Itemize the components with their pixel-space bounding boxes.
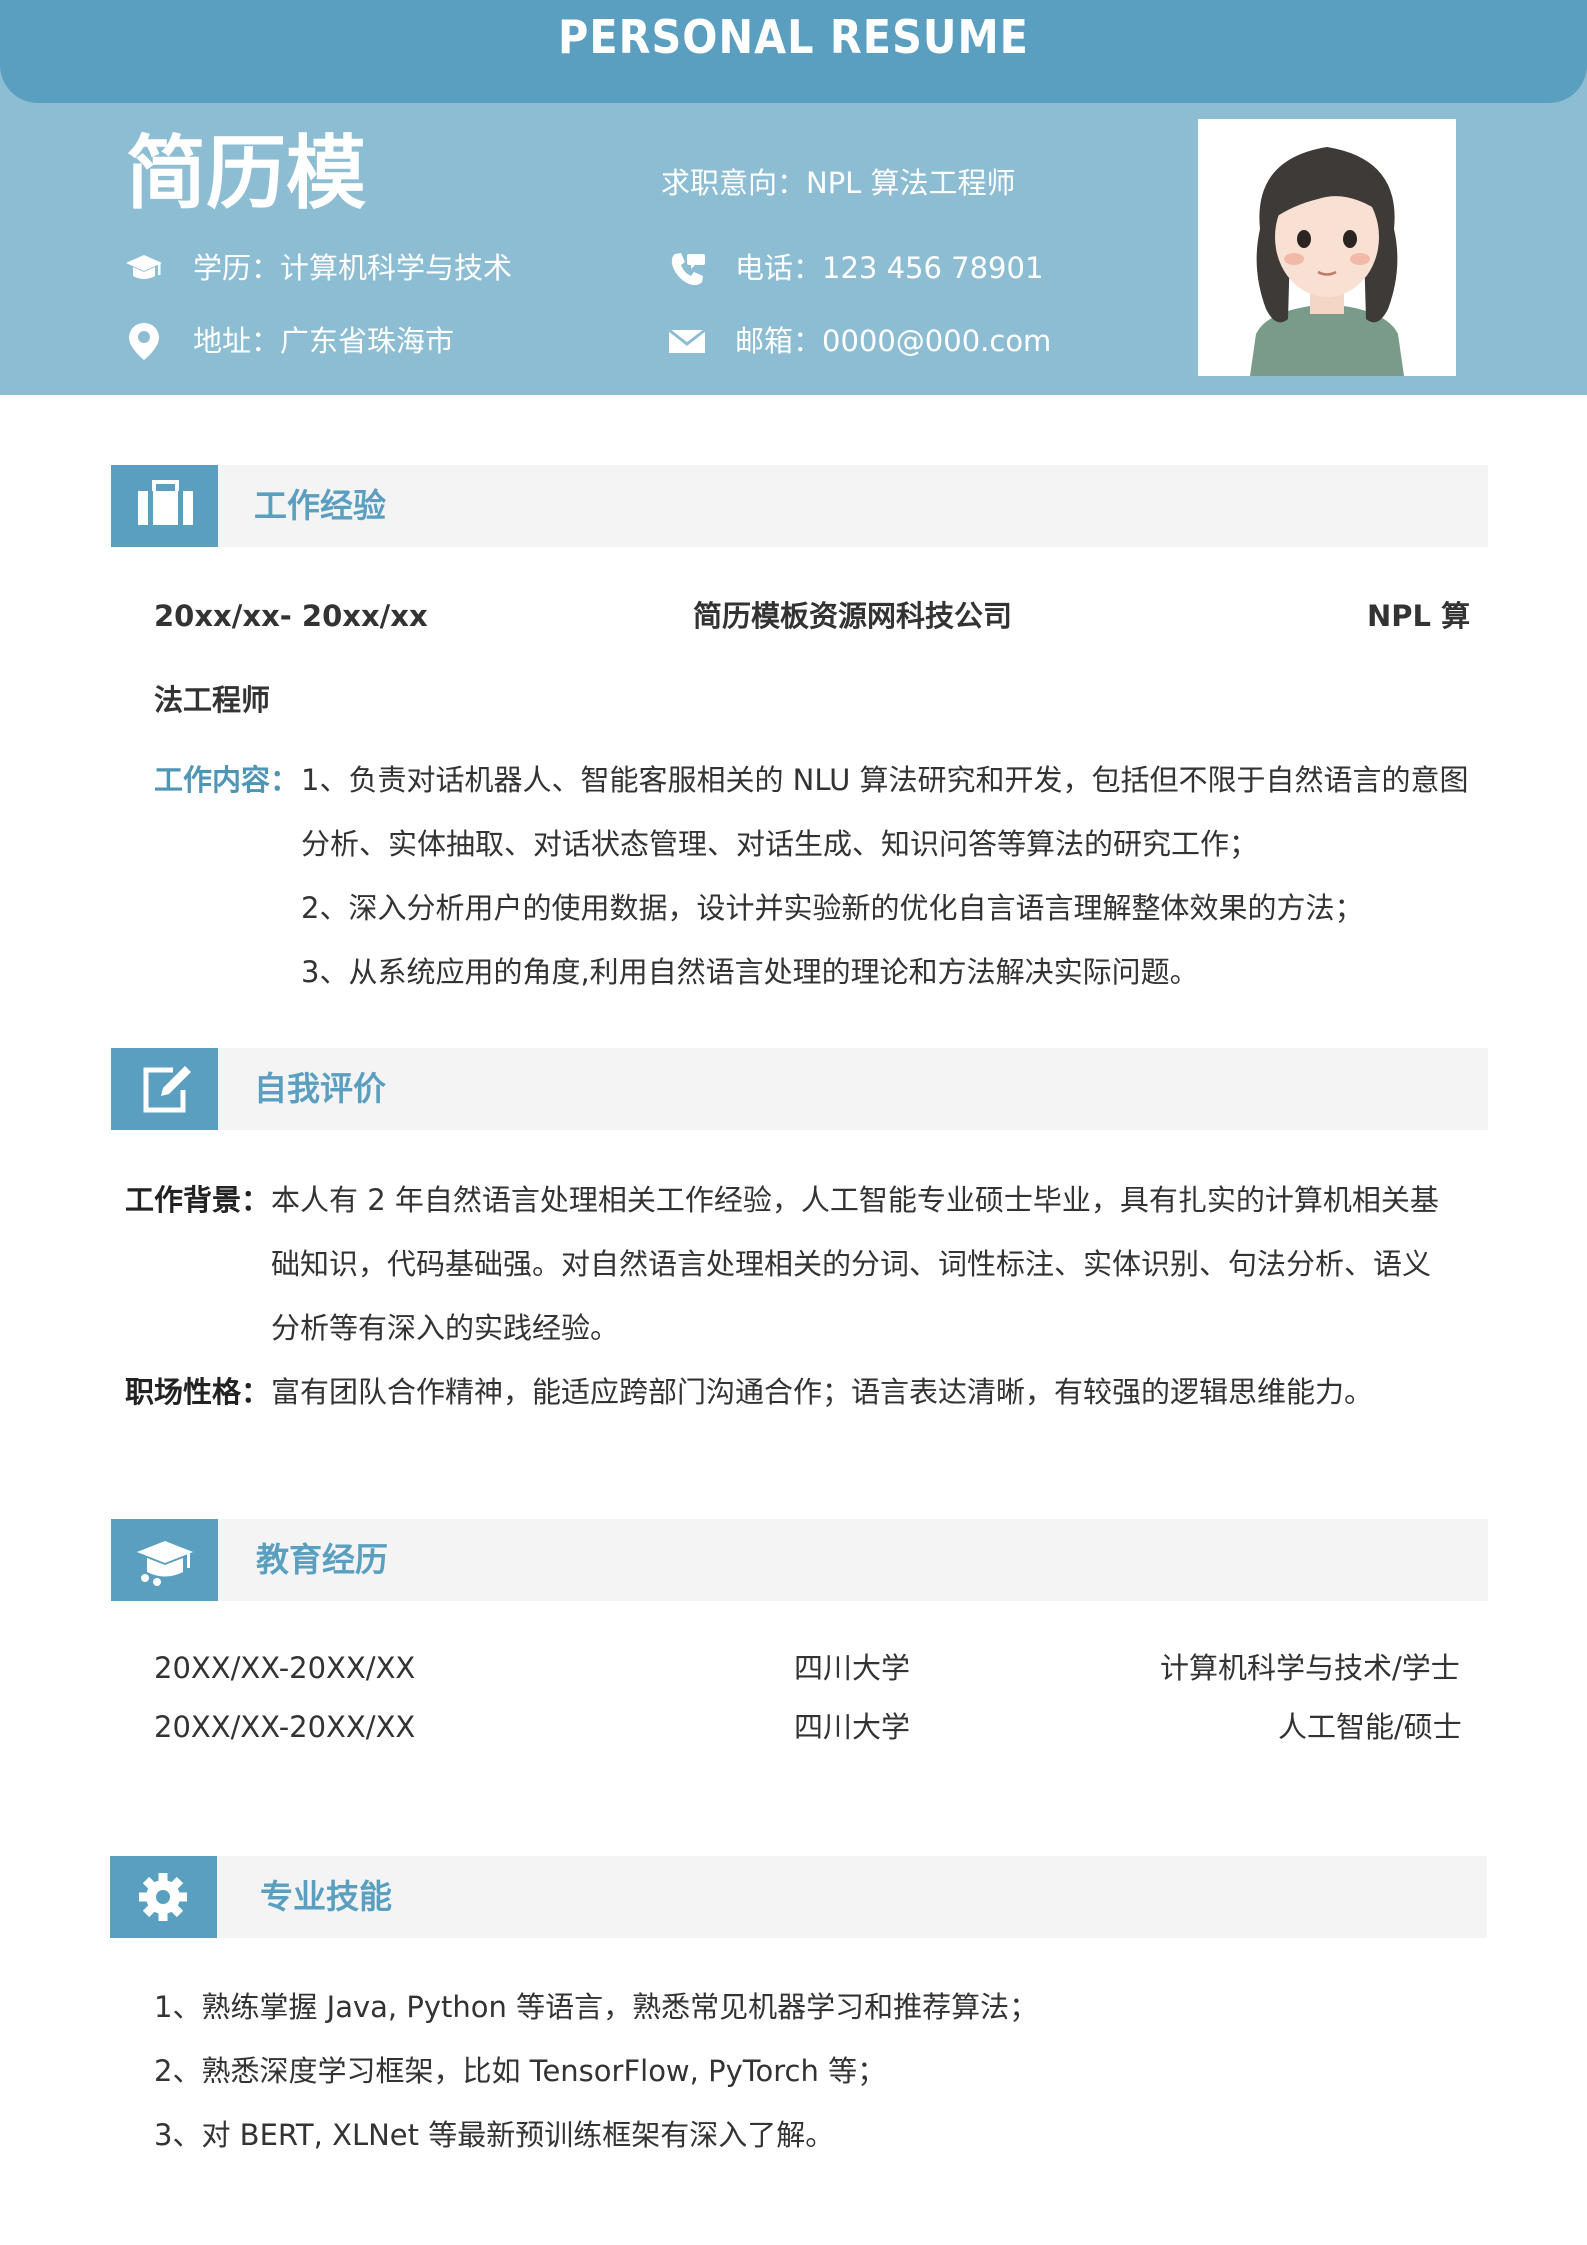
location-pin-icon [124, 321, 164, 361]
email-info: 邮箱：0000@000.com [735, 324, 1052, 358]
gear-icon [110, 1856, 217, 1938]
banner-title: PERSONAL RESUME [558, 10, 1029, 64]
section-header-skills: 专业技能 [110, 1856, 1487, 1938]
avatar [1198, 119, 1456, 376]
edu-school: 四川大学 [794, 1651, 911, 1685]
briefcase-icon [111, 465, 218, 547]
section-title-work: 工作经验 [254, 486, 386, 525]
work-line: 分析、实体抽取、对话状态管理、对话生成、知识问答等算法的研究工作； [301, 827, 1259, 861]
phone-icon [667, 248, 707, 288]
background-label: 工作背景： [125, 1183, 271, 1217]
edu-period: 20XX/XX-20XX/XX [154, 1651, 416, 1685]
skill-line: 2、熟悉深度学习框架，比如 TensorFlow, PyTorch 等； [154, 2054, 887, 2088]
personality-label: 职场性格： [125, 1375, 271, 1409]
background-line: 本人有 2 年自然语言处理相关工作经验，人工智能专业硕士毕业，具有扎实的计算机相… [271, 1183, 1439, 1217]
mail-icon [667, 321, 707, 361]
work-company: 简历模板资源网科技公司 [693, 599, 1013, 633]
education-info: 学历：计算机科学与技术 [193, 251, 513, 285]
work-position: NPL 算 [1367, 599, 1471, 633]
section-header-education: 教育经历 [111, 1519, 1488, 1601]
work-period: 20xx/xx- 20xx/xx [154, 599, 428, 633]
edu-major: 计算机科学与技术/学士 [1160, 1651, 1460, 1685]
work-position-cont: 法工程师 [154, 683, 271, 717]
section-title-education: 教育经历 [256, 1540, 388, 1579]
graduation-cap-icon [124, 248, 164, 288]
section-title-skills: 专业技能 [260, 1877, 392, 1916]
work-line: 2、深入分析用户的使用数据，设计并实验新的优化自言语言理解整体效果的方法； [301, 891, 1364, 925]
personality-text: 富有团队合作精神，能适应跨部门沟通合作；语言表达清晰，有较强的逻辑思维能力。 [271, 1375, 1374, 1409]
graduation-cap-icon [111, 1519, 218, 1601]
background-line: 分析等有深入的实践经验。 [271, 1311, 620, 1345]
section-title-self-eval: 自我评价 [254, 1069, 386, 1108]
section-header-work: 工作经验 [111, 465, 1488, 547]
background-line: 础知识，代码基础强。对自然语言处理相关的分词、词性标注、实体识别、句法分析、语义 [271, 1247, 1432, 1281]
edu-major: 人工智能/硕士 [1278, 1710, 1462, 1744]
edit-icon [111, 1048, 218, 1130]
work-line: 3、从系统应用的角度,利用自然语言处理的理论和方法解决实际问题。 [301, 955, 1199, 989]
edu-period: 20XX/XX-20XX/XX [154, 1710, 416, 1744]
section-header-self-eval: 自我评价 [111, 1048, 1488, 1130]
skill-line: 1、熟练掌握 Java, Python 等语言，熟悉常见机器学习和推荐算法； [154, 1990, 1039, 2024]
candidate-name: 简历模 [126, 127, 366, 220]
skill-line: 3、对 BERT, XLNet 等最新预训练框架有深入了解。 [154, 2118, 835, 2152]
job-objective: 求职意向：NPL 算法工程师 [661, 166, 1016, 200]
work-content-label: 工作内容： [154, 763, 300, 797]
phone-info: 电话：123 456 78901 [735, 251, 1044, 285]
edu-school: 四川大学 [794, 1710, 911, 1744]
address-info: 地址：广东省珠海市 [193, 324, 455, 358]
work-line: 1、负责对话机器人、智能客服相关的 NLU 算法研究和开发，包括但不限于自然语言… [301, 763, 1469, 797]
